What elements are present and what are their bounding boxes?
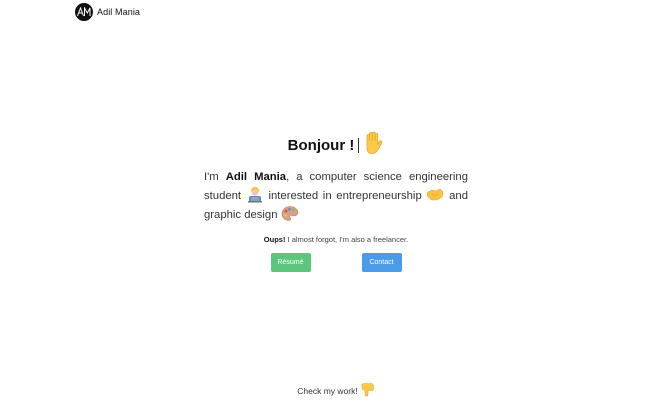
check-my-work-link[interactable]: Check my work! [0, 382, 672, 399]
contact-button[interactable]: Contact [361, 253, 402, 272]
brand-logo-icon [75, 3, 93, 21]
pointing-down-icon [361, 382, 375, 399]
brand-link[interactable]: Adil Mania [75, 3, 140, 21]
raised-hand-icon [362, 131, 384, 160]
note-text: I almost forgot, I'm also a freelancer. [285, 235, 409, 244]
brand-name: Adil Mania [97, 7, 141, 17]
greeting-text: Bonjour ! [287, 136, 355, 154]
intro-text-1: I'm [204, 171, 226, 183]
handshake-icon [426, 186, 444, 203]
greeting: Bonjour ! [288, 131, 385, 159]
intro-text-3: interested in entrepreneurship [263, 190, 427, 202]
technologist-icon [246, 186, 264, 203]
note-bold: Oups! [263, 235, 286, 244]
action-buttons: Résumé Contact [270, 253, 402, 272]
intro-paragraph: I'm Adil Mania, a computer science engin… [204, 169, 468, 224]
hero-section: Bonjour ! I'm Adil Mania, a computer sci… [0, 131, 672, 272]
artist-palette-icon [281, 205, 299, 222]
typing-caret [358, 137, 360, 153]
freelancer-note: Oups! I almost forgot, I'm also a freela… [264, 235, 408, 244]
intro-name: Adil Mania [225, 171, 287, 183]
check-my-work-label: Check my work! [297, 385, 358, 396]
resume-button[interactable]: Résumé [270, 253, 311, 272]
page: Adil Mania Bonjour ! I'm Adil Mania, a c… [0, 0, 672, 420]
